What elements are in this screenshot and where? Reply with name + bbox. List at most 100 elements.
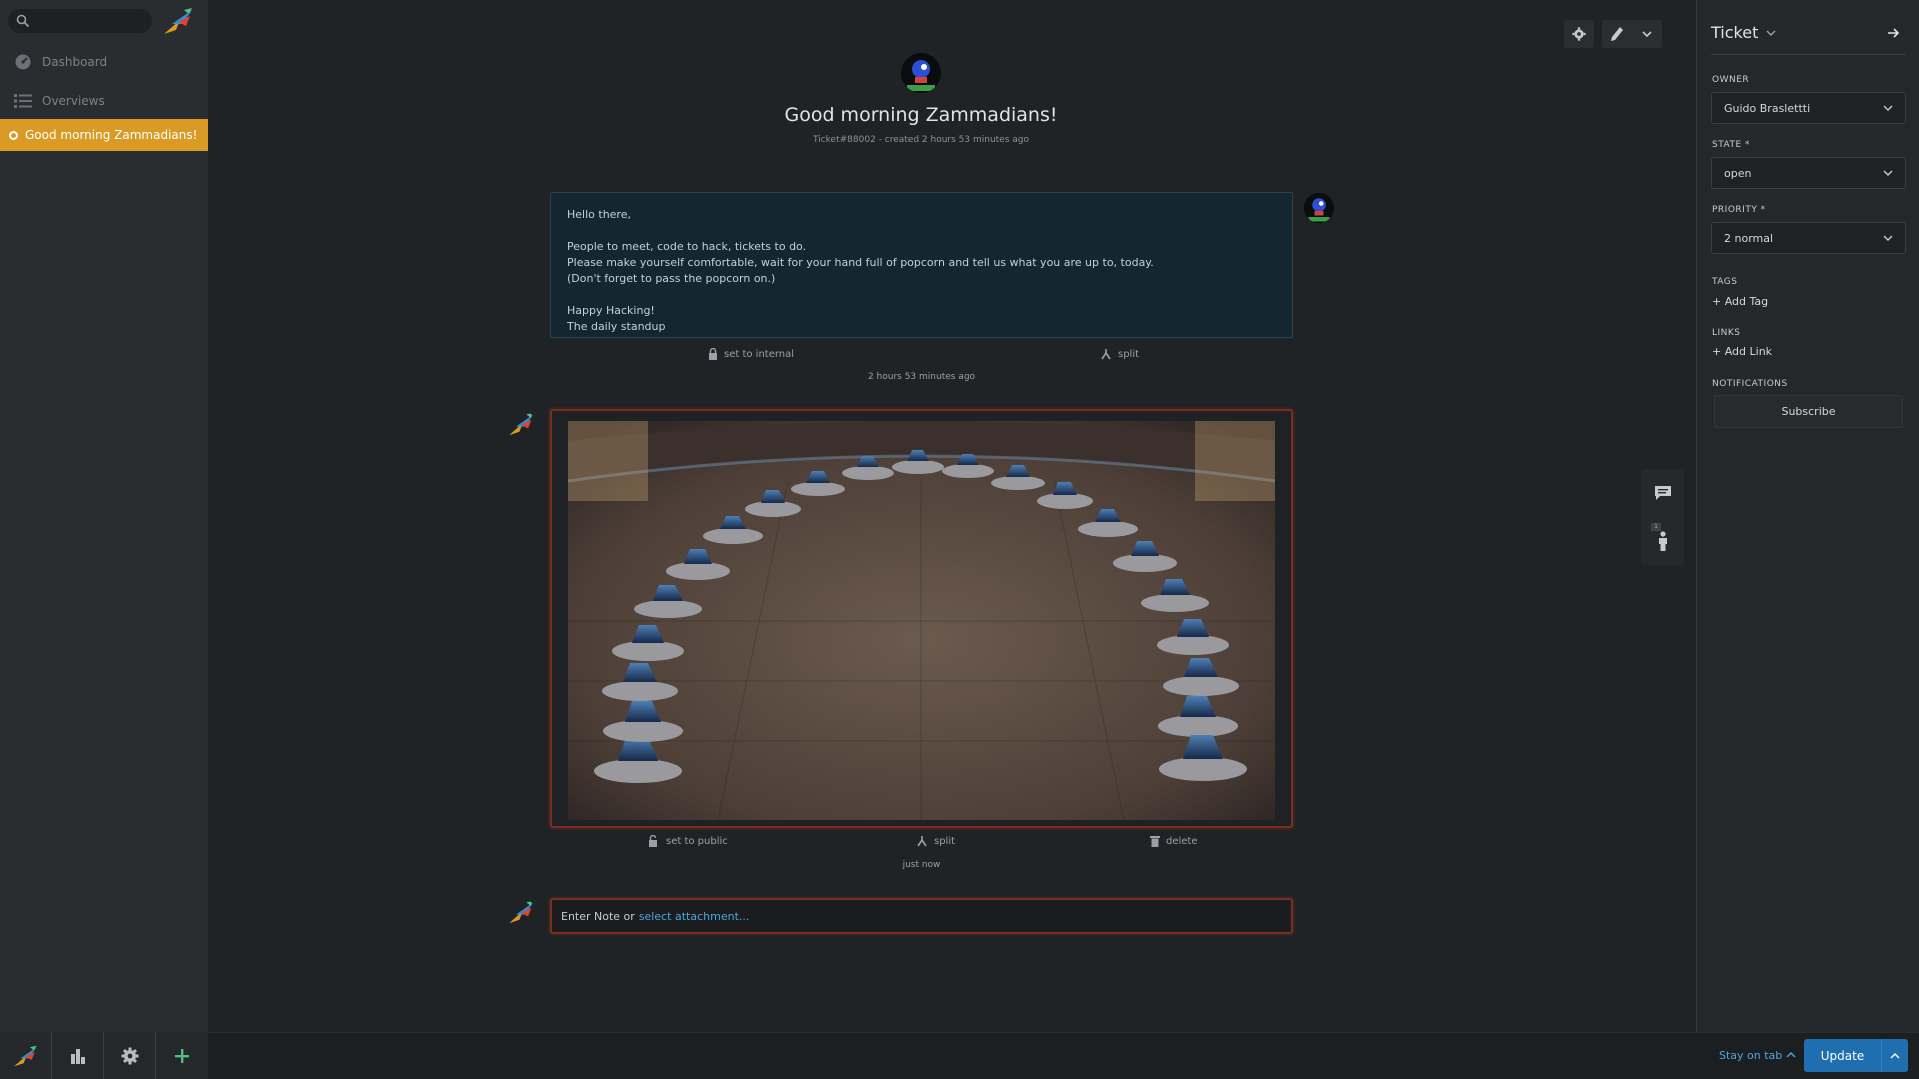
list-icon xyxy=(12,93,34,109)
close-sidebar-arrow-icon[interactable] xyxy=(1888,27,1900,41)
left-navigation: Dashboard Overviews Good morning Zammadi… xyxy=(0,0,208,1079)
subscribe-button[interactable]: Subscribe xyxy=(1714,395,1903,428)
ticket-action-bar xyxy=(208,1032,1919,1079)
dashboard-icon xyxy=(12,53,34,71)
article-image-note xyxy=(550,409,1293,828)
state-select[interactable]: open xyxy=(1711,157,1906,189)
edit-button[interactable] xyxy=(1602,20,1632,48)
chat-bubble-icon xyxy=(1654,486,1671,500)
open-ticket-tab[interactable]: Good morning Zammadians! xyxy=(0,119,208,151)
note-input[interactable]: Enter Note or select attachment... xyxy=(550,898,1293,934)
set-public-label: set to public xyxy=(666,835,728,847)
ticket-settings-button[interactable] xyxy=(1564,20,1594,48)
stay-on-tab-select[interactable]: Stay on tab xyxy=(1719,1047,1796,1063)
customer-avatar[interactable] xyxy=(901,53,941,93)
zammad-bird-icon xyxy=(509,900,534,924)
set-internal-action[interactable]: set to internal xyxy=(708,346,794,362)
set-public-action[interactable]: set to public xyxy=(648,833,728,849)
trash-icon xyxy=(1150,836,1160,847)
owner-select[interactable]: Guido Braslettti xyxy=(1711,92,1906,124)
ticket-edit-group xyxy=(1602,20,1662,48)
chevron-down-icon xyxy=(1883,105,1893,111)
sidebar-tab-ticket[interactable] xyxy=(1641,469,1684,517)
sidebar-tab-customer[interactable]: 1 xyxy=(1641,517,1684,565)
gear-icon xyxy=(121,1047,138,1064)
split-label: split xyxy=(934,835,956,847)
bar-chart-icon xyxy=(70,1048,85,1064)
status-circle-icon xyxy=(9,130,18,140)
split-action[interactable]: split xyxy=(916,833,955,849)
article-timestamp: just now xyxy=(902,860,941,870)
pen-icon xyxy=(1611,27,1623,41)
delete-label: delete xyxy=(1166,835,1198,847)
search-input[interactable] xyxy=(8,9,152,33)
user-avatar-button[interactable] xyxy=(0,1032,52,1079)
article-email: Hello there, People to meet, code to hac… xyxy=(550,192,1293,338)
sidebar-title[interactable]: Ticket xyxy=(1711,23,1758,42)
owner-label: OWNER xyxy=(1712,75,1750,85)
owner-value: Guido Braslettti xyxy=(1724,101,1811,115)
add-link-link[interactable]: + Add Link xyxy=(1712,345,1772,358)
split-icon xyxy=(917,836,927,847)
new-ticket-button[interactable] xyxy=(156,1032,208,1079)
notifications-label: NOTIFICATIONS xyxy=(1712,379,1788,389)
chevron-up-icon xyxy=(1786,1052,1796,1058)
current-user-avatar xyxy=(507,899,537,929)
sidebar-tab-strip: 1 xyxy=(1641,469,1684,565)
edit-dropdown-button[interactable] xyxy=(1632,20,1662,48)
update-button[interactable]: Update xyxy=(1804,1039,1908,1072)
sonic-avatar-icon xyxy=(901,53,941,93)
reports-button[interactable] xyxy=(52,1032,104,1079)
state-value: open xyxy=(1724,166,1752,180)
sonic-avatar-icon xyxy=(1304,193,1334,223)
nav-item-overviews[interactable]: Overviews xyxy=(0,86,208,116)
article-author-avatar[interactable] xyxy=(507,411,537,441)
plus-icon xyxy=(175,1048,189,1063)
select-attachment-link[interactable]: select attachment... xyxy=(639,910,750,923)
zammad-bird-icon xyxy=(13,1045,36,1066)
attached-image[interactable] xyxy=(568,421,1275,820)
nav-item-label: Dashboard xyxy=(42,55,108,69)
tags-label: TAGS xyxy=(1712,277,1738,287)
zammad-logo-icon[interactable] xyxy=(162,6,196,39)
update-options-button[interactable] xyxy=(1882,1052,1908,1060)
add-tag-link[interactable]: + Add Tag xyxy=(1712,295,1768,308)
sidebar-header: Ticket xyxy=(1711,23,1906,55)
lock-icon xyxy=(709,348,717,360)
nav-item-dashboard[interactable]: Dashboard xyxy=(0,47,208,77)
zammad-bird-icon xyxy=(509,412,534,436)
nav-bottom-bar xyxy=(0,1032,208,1079)
split-label: split xyxy=(1118,348,1140,360)
note-placeholder: Enter Note or xyxy=(561,909,635,923)
ticket-title[interactable]: Good morning Zammadians! xyxy=(700,104,1142,126)
stay-on-tab-label: Stay on tab xyxy=(1719,1048,1783,1062)
chevron-down-icon[interactable] xyxy=(1766,26,1776,40)
chevron-down-icon xyxy=(1883,170,1893,176)
article-author-avatar[interactable] xyxy=(1304,193,1334,223)
nav-item-label: Overviews xyxy=(42,94,105,108)
chevron-down-icon xyxy=(1883,235,1893,241)
priority-value: 2 normal xyxy=(1724,231,1774,245)
ticket-meta: Ticket#88002 - created 2 hours 53 minute… xyxy=(813,135,1029,145)
article-paragraph: People to meet, code to hack, tickets to… xyxy=(567,240,1154,285)
article-paragraph: Hello there, xyxy=(567,208,631,221)
ticket-top-actions xyxy=(1564,20,1662,48)
links-label: LINKS xyxy=(1712,328,1741,338)
delete-action[interactable]: delete xyxy=(1150,833,1198,849)
search-icon xyxy=(16,14,30,28)
settings-button[interactable] xyxy=(104,1032,156,1079)
gear-icon xyxy=(1572,27,1586,41)
state-label: STATE * xyxy=(1712,140,1751,150)
priority-select[interactable]: 2 normal xyxy=(1711,222,1906,254)
customer-count-badge: 1 xyxy=(1651,523,1661,531)
chevron-up-icon xyxy=(1890,1052,1900,1058)
unlock-icon xyxy=(649,835,657,847)
ticket-sidebar: Ticket OWNER Guido Braslettti STATE * op… xyxy=(1696,0,1919,1032)
set-internal-label: set to internal xyxy=(724,348,795,360)
article-timestamp: 2 hours 53 minutes ago xyxy=(867,372,976,382)
priority-label: PRIORITY * xyxy=(1712,205,1766,215)
article-paragraph: Happy Hacking! The daily standup xyxy=(567,304,666,333)
split-action[interactable]: split xyxy=(1100,346,1139,362)
update-label: Update xyxy=(1820,1048,1865,1063)
split-icon xyxy=(1101,349,1111,360)
